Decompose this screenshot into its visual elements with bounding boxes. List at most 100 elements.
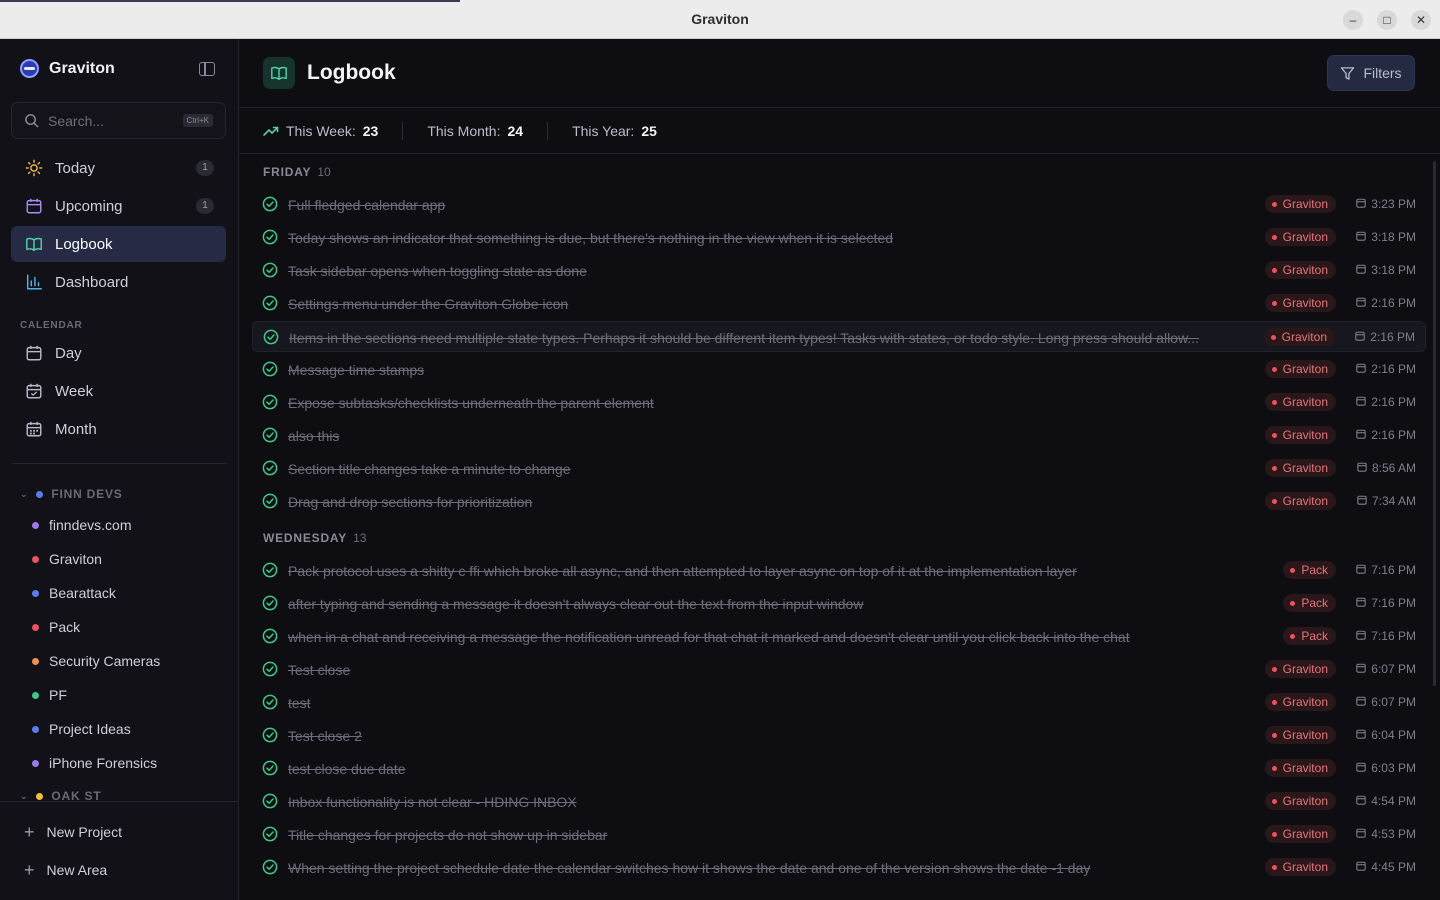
project-tag[interactable]: Graviton [1264,294,1336,312]
check-circle-icon[interactable] [262,229,278,250]
project-tag[interactable]: Graviton [1264,195,1336,213]
project-tag-label: Graviton [1282,827,1328,841]
task-row[interactable]: after typing and sending a message it do… [252,588,1426,619]
check-circle-icon[interactable] [262,661,278,682]
project-tag[interactable]: Graviton [1264,426,1336,444]
check-circle-icon[interactable] [262,595,278,616]
check-circle-icon[interactable] [262,394,278,415]
completed-time: 4:53 PM [1356,827,1416,841]
project-color-dot [32,657,39,665]
task-row[interactable]: Expose subtasks/checklists underneath th… [252,387,1426,418]
task-row[interactable]: Items in the sections need multiple stat… [252,321,1426,352]
project-tag[interactable]: Graviton [1264,261,1336,279]
project-tag[interactable]: Graviton [1264,759,1336,777]
project-tag[interactable]: Pack [1283,594,1336,612]
sidebar-toggle-icon[interactable] [199,62,215,76]
check-circle-icon[interactable] [262,694,278,715]
search-input[interactable]: Search... Ctrl+K [11,102,226,139]
new-area-button[interactable]: + New Area [24,861,108,879]
sidebar-project-finndevs[interactable]: finndevs.com [32,517,131,533]
project-tag[interactable]: Graviton [1264,825,1336,843]
task-row[interactable]: when in a chat and receiving a message t… [252,621,1426,652]
check-circle-icon[interactable] [262,793,278,814]
check-circle-icon[interactable] [262,460,278,481]
project-tag[interactable]: Graviton [1264,726,1336,744]
sidebar-project-project-ideas[interactable]: Project Ideas [32,721,131,737]
brand[interactable]: Graviton [20,59,115,78]
sidebar-project-bearattack[interactable]: Bearattack [32,585,116,601]
sidebar-item-upcoming[interactable]: Upcoming 1 [11,188,226,224]
scrollbar-thumb[interactable] [1433,161,1436,686]
task-row[interactable]: test Graviton 6:07 PM [252,687,1426,718]
project-color-dot [1271,831,1277,837]
project-tag[interactable]: Graviton [1264,792,1336,810]
task-row[interactable]: Pack protocol uses a shitty c ffi which … [252,555,1426,586]
calendar-week-icon [26,383,42,399]
close-window-button[interactable]: ✕ [1411,10,1431,30]
stat-value: 24 [507,123,524,139]
project-color-dot [1271,201,1277,207]
task-row[interactable]: Test close 2 Graviton 6:04 PM [252,720,1426,751]
new-area-label: New Area [46,862,108,878]
project-tag[interactable]: Graviton [1263,328,1335,346]
sidebar-item-day[interactable]: Day [11,335,226,371]
sidebar-item-month[interactable]: Month [11,411,226,447]
project-color-dot [1271,267,1277,273]
sidebar-project-pack[interactable]: Pack [32,619,80,635]
check-circle-icon[interactable] [262,493,278,514]
project-color-dot [1271,366,1277,372]
check-circle-icon[interactable] [262,826,278,847]
check-circle-icon[interactable] [262,361,278,382]
project-tag[interactable]: Graviton [1264,360,1336,378]
task-row[interactable]: Test close Graviton 6:07 PM [252,654,1426,685]
check-circle-icon[interactable] [263,329,279,350]
check-circle-icon[interactable] [262,562,278,583]
area-header-finn-devs[interactable]: ⌄ FINN DEVS [20,487,123,501]
sidebar-project-security-cameras[interactable]: Security Cameras [32,653,160,669]
project-tag[interactable]: Graviton [1264,492,1336,510]
sidebar-project-pf[interactable]: PF [32,687,67,703]
task-row[interactable]: Title changes for projects do not show u… [252,819,1426,850]
sidebar-item-today[interactable]: Today 1 [11,150,226,186]
chevron-down-icon: ⌄ [20,488,29,499]
check-circle-icon[interactable] [262,760,278,781]
project-tag[interactable]: Pack [1283,627,1336,645]
project-tag[interactable]: Graviton [1264,228,1336,246]
project-tag[interactable]: Graviton [1264,693,1336,711]
check-circle-icon[interactable] [262,262,278,283]
main-content: Logbook Filters This Week: 23 This Month… [239,39,1440,900]
task-row[interactable]: also this Graviton 2:16 PM [252,420,1426,451]
check-circle-icon[interactable] [262,727,278,748]
project-tag[interactable]: Graviton [1264,858,1336,876]
task-row[interactable]: Task sidebar opens when toggling state a… [252,255,1426,286]
filters-button[interactable]: Filters [1327,55,1415,91]
task-row[interactable]: Section title changes take a minute to c… [252,453,1426,484]
task-row[interactable]: When setting the project schedule date t… [252,852,1426,883]
task-row[interactable]: Inbox functionality is not clear - HDING… [252,786,1426,817]
check-circle-icon[interactable] [262,427,278,448]
project-tag[interactable]: Graviton [1264,459,1336,477]
task-row[interactable]: Today shows an indicator that something … [252,222,1426,253]
task-row[interactable]: Full fledged calendar app Graviton 3:23 PM [252,189,1426,220]
graviton-logo-icon [20,59,39,78]
task-row[interactable]: Message time stamps Graviton 2:16 PM [252,354,1426,385]
task-row[interactable]: Settings menu under the Graviton Globe i… [252,288,1426,319]
project-tag[interactable]: Graviton [1264,660,1336,678]
minimize-button[interactable]: – [1343,10,1363,30]
maximize-button[interactable]: □ [1377,10,1397,30]
check-circle-icon[interactable] [262,859,278,880]
project-tag[interactable]: Pack [1283,561,1336,579]
new-project-button[interactable]: + New Project [24,823,122,841]
task-row[interactable]: test close due date Graviton 6:03 PM [252,753,1426,784]
check-circle-icon[interactable] [262,628,278,649]
project-tag[interactable]: Graviton [1264,393,1336,411]
sidebar-project-iphone-forensics[interactable]: iPhone Forensics [32,755,157,771]
check-circle-icon[interactable] [262,295,278,316]
sidebar-item-week[interactable]: Week [11,373,226,409]
task-row[interactable]: Drag and drop sections for prioritizatio… [252,486,1426,517]
sidebar-item-dashboard[interactable]: Dashboard [11,264,226,300]
check-circle-icon[interactable] [262,196,278,217]
sidebar-item-logbook[interactable]: Logbook [11,226,226,262]
stat-value: 25 [641,123,657,139]
sidebar-project-graviton[interactable]: Graviton [32,551,102,567]
